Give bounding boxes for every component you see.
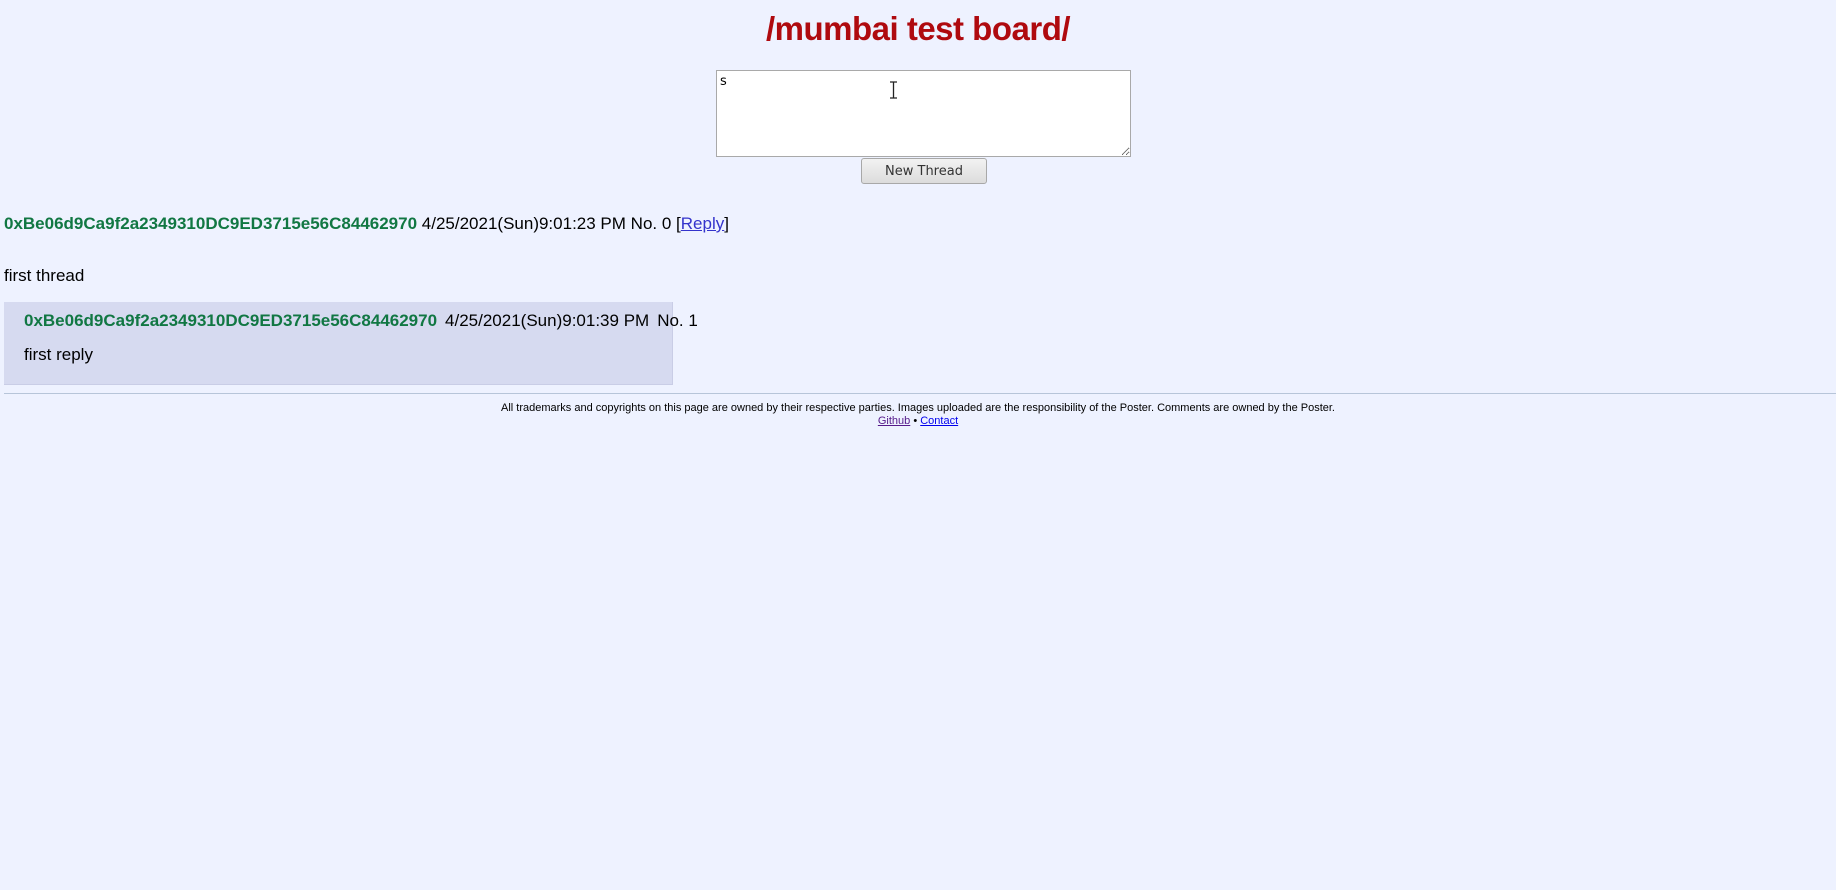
reply-body: first reply [24, 345, 93, 364]
reply-post-header: 0xBe06d9Ca9f2a2349310DC9ED3715e56C844629… [24, 311, 698, 331]
footer-disclaimer: All trademarks and copyrights on this pa… [500, 402, 1335, 414]
post-form: New Thread [716, 70, 1131, 184]
text-cursor-icon [890, 81, 897, 99]
footer: All trademarks and copyrights on this pa… [0, 402, 1836, 428]
op-post-number: No. 0 [630, 214, 672, 233]
new-thread-button[interactable]: New Thread [861, 158, 987, 184]
op-body: first thread [4, 266, 85, 285]
reply-poster-id: 0xBe06d9Ca9f2a2349310DC9ED3715e56C844629… [24, 311, 438, 330]
op-post-header: 0xBe06d9Ca9f2a2349310DC9ED3715e56C844629… [4, 214, 729, 234]
reply-post: 0xBe06d9Ca9f2a2349310DC9ED3715e56C844629… [4, 302, 698, 385]
reply-post-number: No. 1 [657, 311, 698, 330]
post-textarea[interactable] [716, 70, 1131, 157]
github-link[interactable]: Github [878, 415, 910, 427]
op-poster-id: 0xBe06d9Ca9f2a2349310DC9ED3715e56C844629… [4, 214, 418, 233]
thread-op: 0xBe06d9Ca9f2a2349310DC9ED3715e56C844629… [4, 214, 729, 234]
footer-separator: • [910, 415, 921, 427]
reply-bracket-close: ] [724, 214, 729, 233]
board-title: /mumbai test board/ [765, 10, 1071, 47]
op-date: 4/25/2021(Sun)9:01:23 PM [421, 214, 626, 233]
reply-date: 4/25/2021(Sun)9:01:39 PM [445, 311, 650, 330]
reply-link[interactable]: Reply [681, 214, 724, 233]
footer-links: Github • Contact [0, 415, 1836, 428]
footer-divider [4, 393, 1836, 394]
contact-link[interactable]: Contact [920, 415, 958, 427]
